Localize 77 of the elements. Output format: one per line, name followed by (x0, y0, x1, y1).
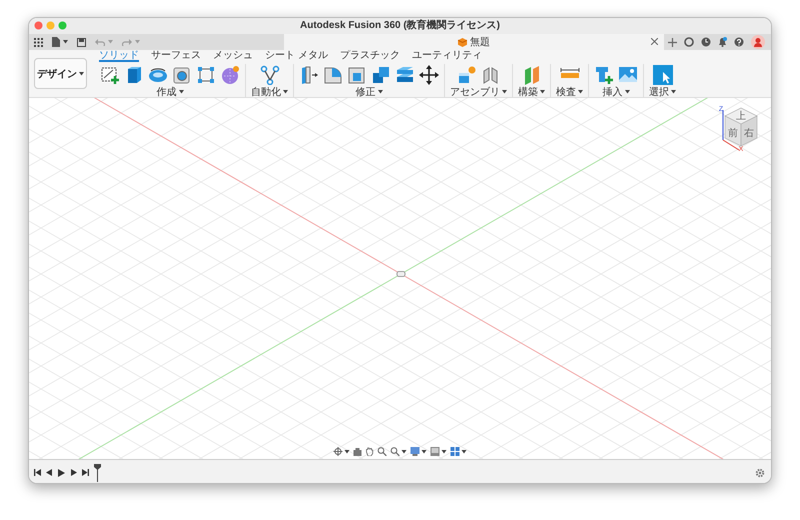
close-tab-icon[interactable] (651, 38, 658, 45)
look-at-icon[interactable] (354, 448, 362, 456)
ribbon-tab[interactable]: ユーティリティ (412, 50, 482, 62)
new-tab-icon[interactable] (668, 38, 677, 46)
help-icon[interactable] (734, 37, 744, 47)
caret-icon (402, 450, 406, 454)
form-icon[interactable] (220, 64, 240, 84)
tool-group-menu[interactable]: 修正 (356, 86, 382, 98)
settings-icon[interactable] (755, 468, 765, 478)
orbit-icon[interactable] (334, 447, 342, 456)
bell-icon[interactable] (718, 37, 727, 47)
step-back-icon[interactable] (46, 469, 53, 476)
caret-icon (422, 450, 426, 454)
caret-icon (442, 450, 446, 454)
caret-icon (378, 90, 382, 94)
branch-icon[interactable] (260, 64, 280, 84)
save-icon[interactable] (77, 38, 86, 46)
clock-icon[interactable] (701, 37, 711, 47)
tool-group-menu[interactable]: 挿入 (602, 86, 630, 98)
tool-group-menu[interactable]: 構築 (518, 86, 545, 98)
move-arrows-icon[interactable] (419, 64, 439, 84)
caret-icon (63, 40, 68, 44)
combine-icon[interactable] (371, 64, 391, 84)
caret-icon (578, 90, 583, 94)
skip-to-end-icon[interactable] (82, 469, 89, 476)
stacked-plates-icon[interactable] (395, 64, 415, 84)
apps-grid-icon[interactable] (34, 38, 43, 46)
play-icon[interactable] (58, 468, 65, 476)
select-icon[interactable] (652, 64, 672, 84)
shell-icon[interactable] (347, 64, 367, 84)
caret-icon (671, 90, 676, 94)
viewports-icon[interactable] (450, 447, 460, 456)
user-avatar-icon[interactable] (751, 35, 765, 49)
skip-to-start-icon[interactable] (34, 469, 41, 476)
caret-icon (344, 450, 350, 454)
step-forward-icon[interactable] (70, 469, 77, 476)
tool-group-menu[interactable]: 作成 (156, 86, 184, 98)
caret-icon (178, 90, 184, 94)
ribbon-tab[interactable]: ソリッド (99, 50, 139, 62)
caret-icon (283, 90, 288, 94)
caret-icon (135, 40, 140, 44)
ribbon-tab[interactable]: プラスチック (340, 50, 400, 62)
tool-group-menu[interactable]: 自動化 (251, 86, 288, 98)
image-icon[interactable] (618, 64, 638, 84)
file-icon[interactable] (52, 37, 60, 47)
zoom-icon[interactable] (378, 447, 386, 456)
hole-icon[interactable] (172, 64, 192, 84)
ribbon-tab[interactable]: シート メタル (265, 50, 328, 62)
caret-icon (79, 72, 84, 76)
window-title: Autodesk Fusion 360 (教育機関ライセンス) (300, 18, 500, 33)
new-component-icon[interactable] (456, 64, 476, 84)
ribbon-tab[interactable]: サーフェス (151, 50, 201, 62)
display-settings-icon[interactable] (410, 447, 420, 456)
fillet-icon[interactable] (323, 64, 343, 84)
tool-group-menu[interactable]: 選択 (649, 86, 676, 98)
workspace-menu[interactable]: デザイン (34, 58, 87, 89)
ribbon-tab[interactable]: メッシュ (213, 50, 253, 62)
caret-icon (462, 450, 466, 454)
caret-icon (108, 40, 113, 44)
tool-group-menu[interactable]: アセンブリ (450, 86, 507, 98)
document-tab[interactable]: 無題 (284, 34, 664, 50)
press-pull-icon[interactable] (299, 64, 319, 84)
caret-icon (502, 90, 507, 94)
point-pattern-icon[interactable] (196, 64, 216, 84)
insert-icon[interactable] (594, 64, 614, 84)
tool-group-menu[interactable]: 検査 (556, 86, 583, 98)
origin-icon[interactable] (396, 271, 406, 277)
timeline-marker-icon[interactable] (94, 464, 101, 482)
fit-zoom-icon[interactable] (390, 447, 400, 456)
sketch-icon[interactable] (100, 64, 120, 84)
document-icon (458, 38, 467, 46)
caret-icon (624, 90, 630, 94)
close-window-icon[interactable] (34, 21, 43, 30)
pan-hand-icon[interactable] (366, 447, 374, 456)
caret-icon (540, 90, 545, 94)
job-status-icon[interactable] (684, 37, 694, 47)
joint-icon[interactable] (480, 64, 500, 84)
